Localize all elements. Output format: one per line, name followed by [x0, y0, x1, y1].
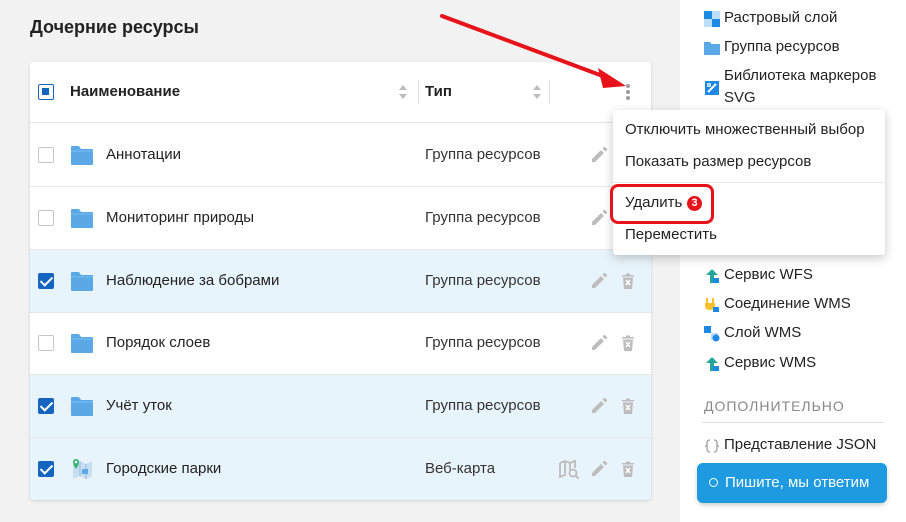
raster-layer-icon	[704, 11, 720, 27]
menu-item-delete[interactable]: Удалить	[625, 194, 682, 211]
column-divider	[418, 80, 419, 104]
delete-trash-icon[interactable]	[617, 270, 639, 292]
row-type: Группа ресурсов	[425, 146, 541, 163]
sidebar-heading-additional: ДОПОЛНИТЕЛЬНО	[704, 398, 845, 414]
svg-marker-library-icon	[705, 81, 719, 95]
wms-service-icon	[706, 357, 719, 371]
wms-layer-icon	[704, 326, 720, 342]
selection-count-badge: 3	[687, 196, 702, 211]
row-type: Группа ресурсов	[425, 334, 541, 351]
sort-icon[interactable]	[398, 83, 408, 101]
wms-connection-icon	[705, 298, 719, 312]
resources-table: Наименование Тип Аннотации Группа ресурс…	[30, 62, 651, 500]
row-name[interactable]: Порядок слоев	[106, 334, 210, 351]
folder-icon	[71, 397, 93, 416]
edit-pencil-icon[interactable]	[588, 270, 610, 292]
table-row[interactable]: Аннотации Группа ресурсов	[30, 124, 651, 187]
sidebar-divider	[702, 422, 884, 423]
table-options-menu: Отключить множественный выбор Показать р…	[610, 110, 885, 255]
column-divider	[549, 80, 550, 104]
delete-trash-icon[interactable]	[617, 332, 639, 354]
chat-bubble-icon	[709, 478, 718, 487]
menu-item-move[interactable]: Переместить	[625, 226, 717, 243]
row-checkbox[interactable]	[38, 210, 54, 226]
menu-item-show-resource-size[interactable]: Показать размер ресурсов	[625, 153, 811, 170]
table-row[interactable]: Наблюдение за бобрами Группа ресурсов	[30, 250, 651, 313]
row-name[interactable]: Аннотации	[106, 146, 181, 163]
edit-pencil-icon[interactable]	[588, 144, 610, 166]
row-checkbox[interactable]	[38, 335, 54, 351]
table-row[interactable]: Порядок слоев Группа ресурсов	[30, 312, 651, 375]
column-header-name[interactable]: Наименование	[70, 83, 180, 100]
table-header: Наименование Тип	[30, 62, 651, 123]
main-panel: Дочерние ресурсы Наименование Тип Аннота…	[0, 0, 680, 522]
folder-icon	[704, 42, 720, 55]
row-checkbox[interactable]	[38, 273, 54, 289]
row-type: Веб-карта	[425, 460, 496, 477]
row-name[interactable]: Мониторинг природы	[106, 209, 254, 226]
folder-icon	[71, 272, 93, 291]
folder-icon	[71, 146, 93, 165]
sort-icon[interactable]	[532, 83, 542, 101]
chat-button[interactable]: Пишите, мы ответим	[697, 463, 887, 503]
table-row[interactable]: Учёт уток Группа ресурсов	[30, 375, 651, 438]
table-row[interactable]: Городские парки Веб-карта	[30, 438, 651, 500]
delete-trash-icon[interactable]	[617, 395, 639, 417]
row-name[interactable]: Учёт уток	[106, 397, 172, 414]
delete-trash-icon[interactable]	[617, 458, 639, 480]
edit-pencil-icon[interactable]	[588, 332, 610, 354]
row-type: Группа ресурсов	[425, 272, 541, 289]
webmap-icon	[73, 459, 92, 479]
row-type: Группа ресурсов	[425, 397, 541, 414]
row-checkbox[interactable]	[38, 461, 54, 477]
folder-icon	[71, 209, 93, 228]
map-preview-icon[interactable]	[558, 458, 580, 480]
table-row[interactable]: Мониторинг природы Группа ресурсов	[30, 187, 651, 250]
column-header-type[interactable]: Тип	[425, 83, 452, 100]
json-braces-icon	[704, 439, 720, 453]
select-all-checkbox[interactable]	[38, 84, 54, 100]
wfs-service-icon	[706, 269, 719, 283]
row-name[interactable]: Городские парки	[106, 460, 221, 477]
kebab-menu-icon[interactable]	[618, 81, 638, 103]
create-resource-sidebar: Растровый слой Группа ресурсов Библиотек…	[680, 0, 906, 522]
section-title: Дочерние ресурсы	[30, 17, 199, 37]
menu-item-disable-multiselect[interactable]: Отключить множественный выбор	[625, 121, 865, 138]
row-checkbox[interactable]	[38, 147, 54, 163]
menu-divider	[613, 182, 885, 183]
edit-pencil-icon[interactable]	[588, 207, 610, 229]
edit-pencil-icon[interactable]	[588, 458, 610, 480]
row-checkbox[interactable]	[38, 398, 54, 414]
folder-icon	[71, 334, 93, 353]
row-type: Группа ресурсов	[425, 209, 541, 226]
edit-pencil-icon[interactable]	[588, 395, 610, 417]
row-name[interactable]: Наблюдение за бобрами	[106, 272, 279, 289]
